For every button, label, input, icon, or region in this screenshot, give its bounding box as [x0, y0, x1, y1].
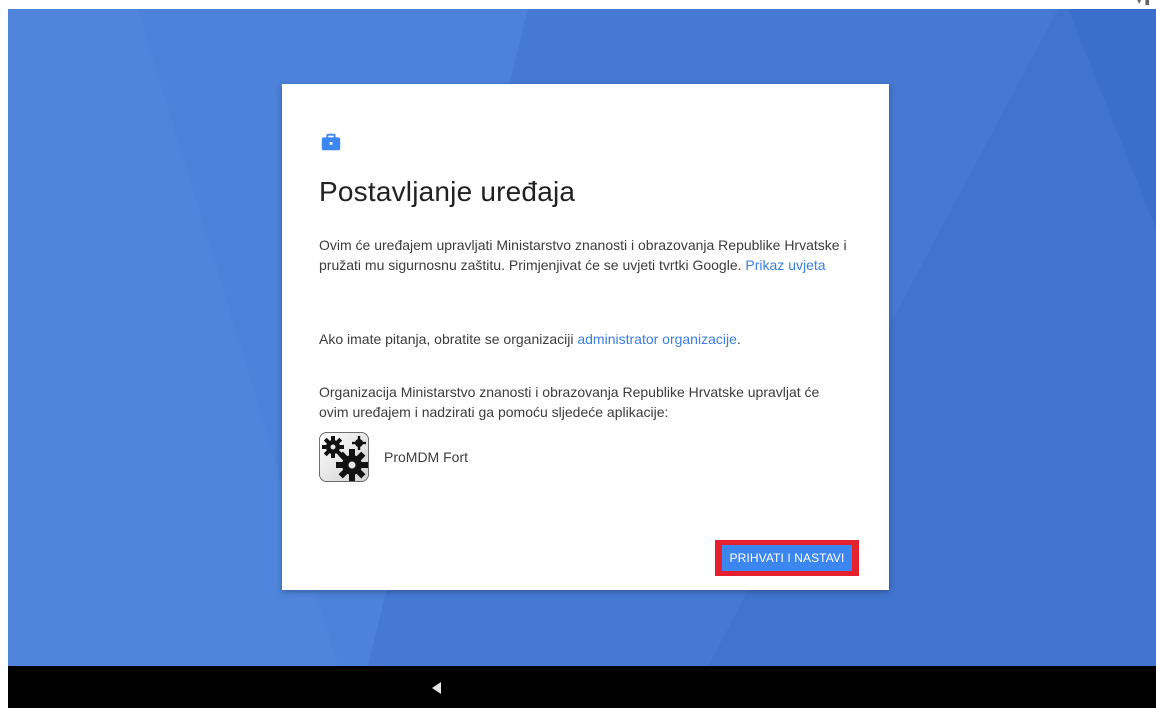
status-icons: ▾ ▮ [1137, 0, 1150, 7]
contact-notice-suffix: . [736, 331, 741, 347]
accept-and-continue-button[interactable]: PRIHVATI I NASTAVI [722, 545, 852, 571]
back-triangle-icon[interactable] [429, 680, 445, 696]
app-list-item: ProMDM Fort [319, 431, 468, 483]
battery-icon: ▮ [1144, 0, 1150, 7]
wifi-icon: ▾ [1136, 0, 1142, 7]
accept-button-highlight: PRIHVATI I NASTAVI [715, 540, 859, 576]
screen: ▾ ▮ Postavljanje uređaja Ovim će uređaje… [0, 0, 1156, 708]
contact-notice: Ako imate pitanja, obratite se organizac… [319, 329, 849, 349]
promdm-gears-icon [319, 432, 369, 482]
view-terms-link[interactable]: Prikaz uvjeta [745, 257, 825, 273]
app-notice: Organizacija Ministarstvo znanosti i obr… [319, 384, 820, 420]
app-name: ProMDM Fort [384, 449, 468, 465]
briefcase-icon [321, 133, 341, 151]
organization-admin-link[interactable]: administrator organizacije [577, 331, 737, 347]
navigation-bar [8, 666, 1156, 708]
page-title: Postavljanje uređaja [319, 176, 576, 207]
status-bar: ▾ ▮ [0, 0, 1156, 9]
device-setup-card: Postavljanje uređaja Ovim će uređajem up… [282, 84, 889, 590]
management-notice: Ovim će uređajem upravljati Ministarstvo… [319, 235, 849, 275]
contact-notice-text: Ako imate pitanja, obratite se organizac… [319, 331, 578, 347]
